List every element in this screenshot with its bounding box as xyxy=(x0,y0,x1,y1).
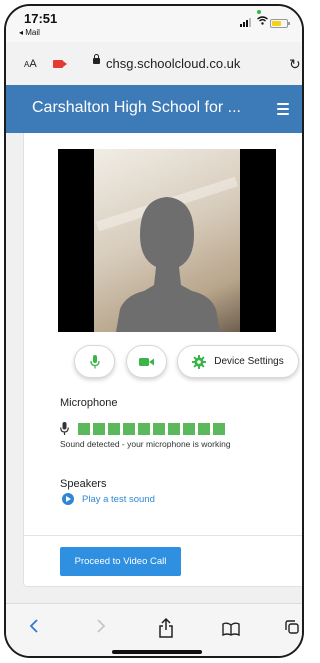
camera-recording-icon[interactable] xyxy=(53,60,67,68)
phone-frame: 17:51 ◂ Mail AA chsg.schoolcloud.co.uk ↻… xyxy=(4,4,304,658)
back-icon[interactable] xyxy=(29,618,39,634)
site-header: Carshalton High School for ... xyxy=(6,85,302,133)
divider xyxy=(24,535,302,536)
microphone-level-meter xyxy=(60,422,225,435)
device-check-card: Device Settings Microphone Sound detecte… xyxy=(23,133,302,587)
site-title[interactable]: Carshalton High School for ... xyxy=(32,99,241,117)
person-silhouette-icon xyxy=(116,197,220,332)
video-camera-icon xyxy=(139,357,154,366)
speakers-heading: Speakers xyxy=(60,478,107,490)
play-test-sound-label: Play a test sound xyxy=(82,493,155,505)
battery-icon xyxy=(270,19,290,28)
level-segment xyxy=(108,422,120,435)
lock-icon xyxy=(93,54,100,64)
reload-icon[interactable]: ↻ xyxy=(289,56,301,73)
forward-icon[interactable] xyxy=(96,618,106,634)
wifi-icon xyxy=(257,16,268,25)
camera-toggle-button[interactable] xyxy=(126,345,167,378)
level-segment xyxy=(78,422,90,435)
browser-toolbar xyxy=(6,603,302,656)
play-test-sound-link[interactable]: Play a test sound xyxy=(62,493,155,505)
gear-icon xyxy=(192,354,207,369)
url-text[interactable]: chsg.schoolcloud.co.uk xyxy=(106,56,240,71)
video-preview xyxy=(58,149,276,332)
level-segment xyxy=(93,422,105,435)
level-segment xyxy=(138,422,150,435)
level-segment xyxy=(198,422,210,435)
level-segment xyxy=(153,422,165,435)
home-indicator[interactable] xyxy=(112,650,202,654)
share-icon[interactable] xyxy=(158,618,174,638)
device-settings-button[interactable]: Device Settings xyxy=(177,345,299,378)
back-to-app-link[interactable]: ◂ Mail xyxy=(19,28,40,37)
device-settings-label: Device Settings xyxy=(214,356,284,367)
level-bars xyxy=(78,422,225,435)
play-icon xyxy=(62,493,74,505)
page-content: Device Settings Microphone Sound detecte… xyxy=(6,133,302,603)
text-size-button[interactable]: AA xyxy=(24,58,37,70)
tabs-icon[interactable] xyxy=(285,620,299,634)
clock: 17:51 xyxy=(24,11,58,26)
level-segment xyxy=(168,422,180,435)
microphone-icon xyxy=(89,354,100,368)
status-bar: 17:51 ◂ Mail xyxy=(6,6,302,42)
microphone-toggle-button[interactable] xyxy=(74,345,115,378)
menu-icon[interactable] xyxy=(277,103,289,118)
microphone-status-text: Sound detected - your microphone is work… xyxy=(60,439,231,449)
level-segment xyxy=(213,422,225,435)
microphone-heading: Microphone xyxy=(60,397,118,409)
level-segment xyxy=(123,422,135,435)
camera-in-use-indicator-icon xyxy=(257,10,261,14)
microphone-icon xyxy=(60,422,69,435)
bookmarks-icon[interactable] xyxy=(222,622,240,636)
level-segment xyxy=(183,422,195,435)
browser-address-bar[interactable]: AA chsg.schoolcloud.co.uk ↻ xyxy=(6,42,302,85)
proceed-to-video-call-button[interactable]: Proceed to Video Call xyxy=(60,547,181,576)
cellular-signal-icon xyxy=(240,18,251,27)
